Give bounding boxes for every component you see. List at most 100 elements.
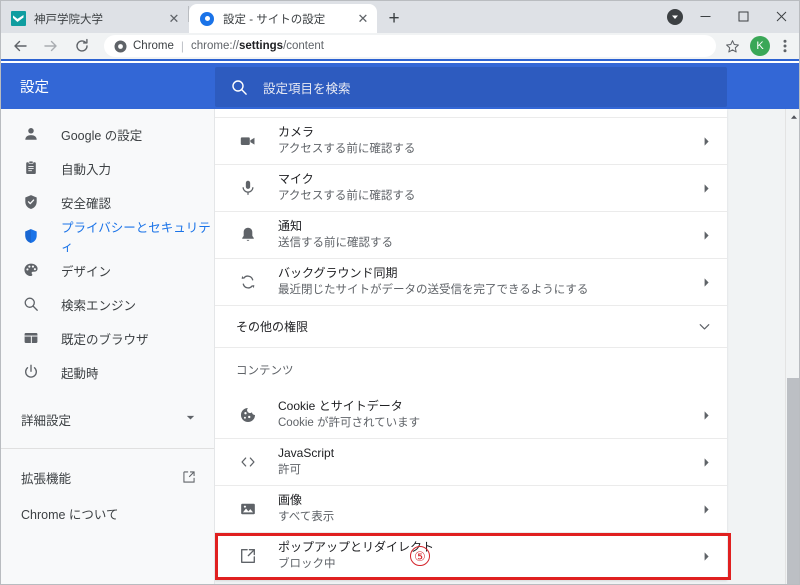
- close-icon[interactable]: ✕: [166, 11, 182, 27]
- shield-icon: [21, 227, 40, 246]
- sidebar-item-appearance[interactable]: デザイン: [0, 253, 214, 287]
- setting-row-notifications[interactable]: 通知 送信する前に確認する: [215, 212, 727, 259]
- url-bold-part: settings: [238, 40, 284, 52]
- minimize-button[interactable]: [686, 0, 724, 33]
- row-title: 通知: [278, 219, 303, 233]
- three-dot-menu-icon[interactable]: [774, 33, 796, 59]
- row-text: カメラ アクセスする前に確認する: [278, 125, 702, 157]
- chevron-right-icon[interactable]: [702, 183, 711, 194]
- chevron-right-icon[interactable]: [702, 504, 711, 515]
- sidebar-item-label: Chrome について: [21, 507, 119, 522]
- sidebar-item-about-chrome[interactable]: Chrome について: [0, 495, 214, 531]
- scrollbar-thumb[interactable]: [787, 378, 800, 585]
- maximize-button[interactable]: [724, 0, 762, 33]
- clipboard-icon: [21, 159, 40, 178]
- sidebar-item-label: 詳細設定: [21, 413, 72, 428]
- sidebar-item-safety-check[interactable]: 安全確認: [0, 185, 214, 219]
- omnibox-separator: |: [180, 39, 185, 53]
- close-button[interactable]: [762, 0, 800, 33]
- chrome-page-icon: [113, 39, 127, 53]
- new-tab-button[interactable]: +: [380, 4, 408, 32]
- sync-icon: [238, 272, 258, 292]
- arrow-left-icon[interactable]: [6, 32, 34, 60]
- row-text: Cookie とサイトデータ Cookie が許可されています: [278, 399, 702, 431]
- sidebar-item-privacy-security[interactable]: プライバシーとセキュリティ: [0, 219, 214, 254]
- sidebar-item-extensions[interactable]: 拡張機能: [0, 459, 214, 495]
- star-outline-icon[interactable]: [720, 34, 744, 58]
- setting-row-popups-redirects[interactable]: ポップアップとリダイレクト ブロック中: [215, 533, 727, 580]
- chevron-right-icon[interactable]: [702, 410, 711, 421]
- triangle-up-icon[interactable]: [786, 109, 800, 124]
- sidebar-item-label: 検索エンジン: [61, 298, 137, 313]
- video-camera-icon: [238, 131, 258, 151]
- row-text: ポップアップとリダイレクト ブロック中: [278, 540, 702, 572]
- tab-title: 神戸学院大学: [34, 13, 103, 26]
- sidebar-item-label: 自動入力: [61, 162, 112, 177]
- sidebar-item-advanced[interactable]: 詳細設定: [0, 401, 214, 437]
- tab-title: 設定 - サイトの設定: [223, 13, 326, 26]
- close-icon[interactable]: ✕: [355, 11, 371, 27]
- row-subtitle: 送信する前に確認する: [278, 237, 393, 249]
- chevron-right-icon[interactable]: [702, 551, 711, 562]
- row-subtitle: すべて表示: [278, 511, 335, 523]
- browser-window-icon: [21, 329, 40, 348]
- tab-search-icon[interactable]: [667, 9, 683, 25]
- chevron-right-icon[interactable]: [702, 277, 711, 288]
- vertical-scrollbar[interactable]: [785, 109, 800, 585]
- browser-window: 神戸学院大学 ✕ 設定 - サイトの設定 ✕ + Chrome | chrome…: [0, 0, 800, 585]
- row-title: 画像: [278, 493, 303, 507]
- sidebar-item-default-browser[interactable]: 既定のブラウザ: [0, 321, 214, 355]
- setting-row-cookies[interactable]: Cookie とサイトデータ Cookie が許可されています: [215, 392, 727, 439]
- sidebar-item-label: Google の設定: [61, 128, 143, 143]
- row-title: マイク: [278, 172, 314, 186]
- shield-check-icon: [21, 193, 40, 212]
- sidebar-item-label: 安全確認: [61, 196, 112, 211]
- url-suffix: /content: [283, 40, 324, 52]
- reload-icon[interactable]: [68, 32, 96, 60]
- chevron-down-icon[interactable]: [698, 320, 711, 333]
- setting-row-more-permissions[interactable]: その他の権限: [215, 306, 727, 348]
- cookie-icon: [238, 405, 258, 425]
- row-subtitle: 許可: [278, 464, 301, 476]
- setting-row-microphone[interactable]: マイク アクセスする前に確認する: [215, 165, 727, 212]
- omnibox-url: chrome://settings/content: [191, 40, 324, 52]
- section-header-content: コンテンツ: [236, 365, 294, 377]
- image-icon: [238, 499, 258, 519]
- sidebar-item-label: プライバシーとセキュリティ: [61, 221, 211, 254]
- avatar[interactable]: K: [750, 36, 770, 56]
- open-in-new-icon: [182, 470, 196, 484]
- sidebar-item-google[interactable]: Google の設定: [0, 117, 214, 151]
- sidebar-item-label: デザイン: [61, 264, 112, 279]
- open-in-new-icon: [238, 546, 258, 566]
- settings-card: カメラ アクセスする前に確認する マイク アクセスする前に確認する 通知 送信す…: [215, 109, 727, 580]
- sidebar-item-label: 既定のブラウザ: [61, 332, 149, 347]
- row-text: JavaScript 許可: [278, 446, 702, 478]
- row-title: その他の権限: [236, 320, 309, 334]
- microphone-icon: [238, 178, 258, 198]
- annotation-step-number: ⑤: [410, 546, 430, 566]
- search-input[interactable]: 設定項目を検索: [215, 67, 727, 107]
- arrow-right-icon[interactable]: [37, 32, 65, 60]
- chevron-right-icon[interactable]: [702, 136, 711, 147]
- card-top-edge: [215, 109, 727, 118]
- settings-sidebar: Google の設定 自動入力 安全確認 プライバシーとセキュリティ デザイン: [0, 109, 215, 585]
- sidebar-item-label: 拡張機能: [21, 471, 72, 486]
- tab-kobe-gakuin[interactable]: 神戸学院大学 ✕: [0, 4, 188, 33]
- address-bar[interactable]: Chrome | chrome://settings/content: [104, 35, 716, 57]
- row-subtitle: 最近閉じたサイトがデータの送受信を完了できるようにする: [278, 284, 589, 296]
- sidebar-item-autofill[interactable]: 自動入力: [0, 151, 214, 185]
- sidebar-item-on-startup[interactable]: 起動時: [0, 355, 214, 389]
- chevron-right-icon[interactable]: [702, 457, 711, 468]
- code-brackets-icon: [238, 452, 258, 472]
- search-placeholder: 設定項目を検索: [263, 81, 351, 96]
- setting-row-background-sync[interactable]: バックグラウンド同期 最近閉じたサイトがデータの送受信を完了できるようにする: [215, 259, 727, 306]
- url-prefix: chrome://: [191, 40, 239, 52]
- setting-row-camera[interactable]: カメラ アクセスする前に確認する: [215, 118, 727, 165]
- row-title: カメラ: [278, 125, 315, 139]
- chevron-right-icon[interactable]: [702, 230, 711, 241]
- row-title: JavaScript: [278, 446, 335, 460]
- setting-row-images[interactable]: 画像 すべて表示: [215, 486, 727, 533]
- tab-settings[interactable]: 設定 - サイトの設定 ✕: [189, 4, 377, 33]
- sidebar-item-search-engine[interactable]: 検索エンジン: [0, 287, 214, 321]
- setting-row-javascript[interactable]: JavaScript 許可: [215, 439, 727, 486]
